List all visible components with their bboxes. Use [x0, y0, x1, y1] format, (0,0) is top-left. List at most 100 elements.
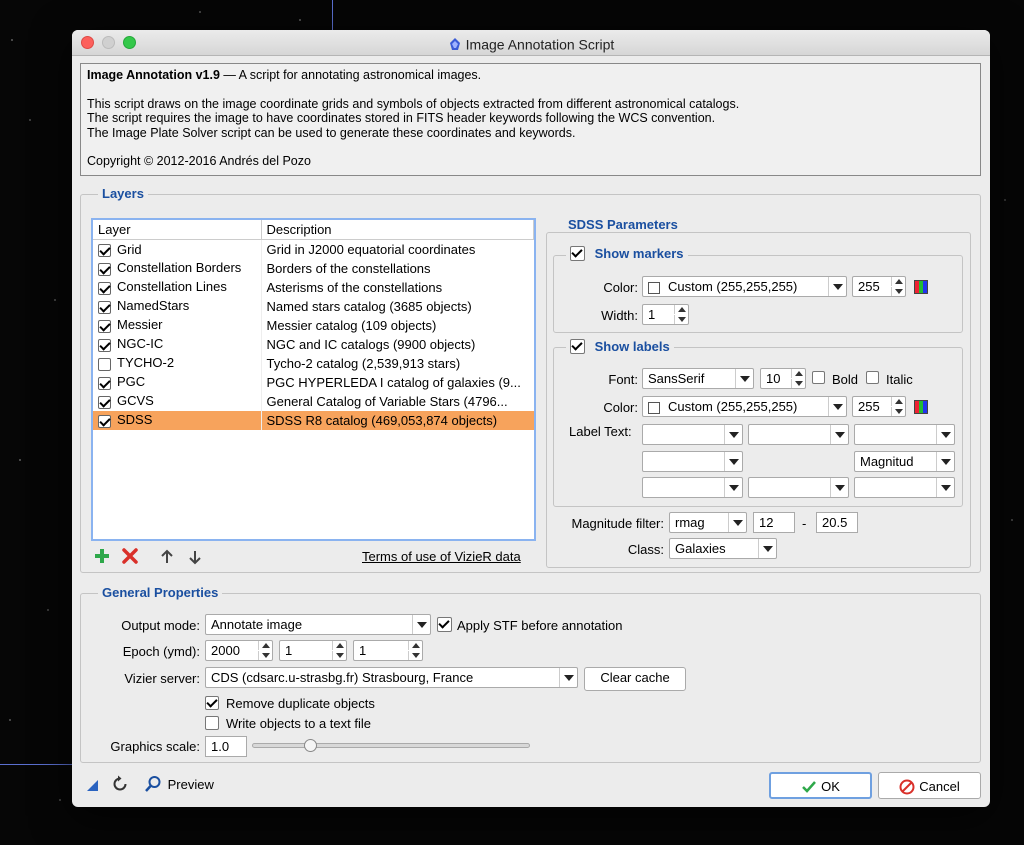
label-text-combo[interactable] — [642, 451, 743, 472]
layer-description[interactable]: General Catalog of Variable Stars (4796.… — [261, 392, 534, 411]
layers-table[interactable]: Layer Description Grid Grid in J2000 equa… — [91, 218, 536, 541]
class-combo[interactable]: Galaxies — [669, 538, 777, 559]
spin-down-icon[interactable] — [408, 651, 422, 660]
epoch-day-spinbox[interactable]: 1 — [353, 640, 423, 661]
remove-duplicates-checkbox[interactable] — [205, 696, 219, 710]
color-picker-icon[interactable] — [914, 400, 928, 414]
layer-name-cell[interactable]: Grid — [93, 239, 262, 259]
markers-width-spinbox[interactable]: 1 — [642, 304, 689, 325]
magnitude-min-input[interactable]: 12 — [753, 512, 795, 533]
italic-checkbox[interactable] — [866, 371, 879, 384]
spin-down-icon[interactable] — [258, 651, 272, 660]
layer-row[interactable]: Grid Grid in J2000 equatorial coordinates — [93, 239, 534, 259]
spin-up-icon[interactable] — [258, 641, 272, 650]
spin-up-icon[interactable] — [408, 641, 422, 650]
ok-button[interactable]: OK — [769, 772, 872, 799]
label-text-combo[interactable] — [854, 477, 955, 498]
label-text-combo[interactable] — [642, 424, 743, 445]
layer-name-cell[interactable]: TYCHO-2 — [93, 353, 262, 373]
clear-cache-button[interactable]: Clear cache — [584, 667, 686, 691]
labels-alpha-spinbox[interactable]: 255 — [852, 396, 906, 417]
layer-name-cell[interactable]: Constellation Borders — [93, 258, 262, 278]
layer-description[interactable]: Grid in J2000 equatorial coordinates — [261, 240, 534, 259]
layer-name-cell[interactable]: GCVS — [93, 391, 262, 411]
title-bar[interactable]: Image Annotation Script — [72, 30, 990, 56]
layer-row[interactable]: Constellation Borders Borders of the cons… — [93, 258, 534, 278]
layer-row[interactable]: SDSS SDSS R8 catalog (469,053,874 objects… — [93, 410, 534, 430]
layer-enable-checkbox[interactable] — [98, 243, 111, 257]
layer-name-cell[interactable]: NamedStars — [93, 296, 262, 316]
spin-up-icon[interactable] — [891, 277, 905, 286]
layer-description[interactable]: Asterisms of the constellations — [261, 278, 534, 297]
output-mode-combo[interactable]: Annotate image — [205, 614, 431, 635]
terms-of-use-link[interactable]: Terms of use of VizieR data — [362, 549, 521, 564]
apply-stf-checkbox[interactable] — [437, 617, 452, 632]
spin-down-icon[interactable] — [674, 315, 688, 324]
markers-alpha-spinbox[interactable]: 255 — [852, 276, 906, 297]
delete-layer-button[interactable] — [122, 548, 140, 566]
layer-enable-checkbox[interactable] — [98, 376, 111, 390]
show-markers-checkbox[interactable] — [570, 246, 585, 262]
layer-description[interactable]: Named stars catalog (3685 objects) — [261, 297, 534, 316]
preview-button[interactable]: Preview — [144, 775, 214, 793]
spin-down-icon[interactable] — [891, 287, 905, 296]
spin-down-icon[interactable] — [332, 651, 346, 660]
show-labels-checkbox[interactable] — [570, 339, 585, 355]
write-objects-checkbox[interactable] — [205, 716, 219, 730]
vizier-server-combo[interactable]: CDS (cdsarc.u-strasbg.fr) Strasbourg, Fr… — [205, 667, 578, 688]
layer-enable-checkbox[interactable] — [98, 300, 111, 314]
layer-enable-checkbox[interactable] — [98, 262, 111, 276]
layer-name-cell[interactable]: PGC — [93, 372, 262, 392]
markers-color-combo[interactable]: Custom (255,255,255) — [642, 276, 847, 297]
add-layer-button[interactable] — [94, 548, 112, 566]
layer-description[interactable]: NGC and IC catalogs (9900 objects) — [261, 335, 534, 354]
label-text-combo[interactable] — [748, 477, 849, 498]
labels-size-spinbox[interactable]: 10 — [760, 368, 806, 389]
layer-enable-checkbox[interactable] — [98, 281, 111, 295]
graphics-scale-input[interactable]: 1.0 — [205, 736, 247, 757]
label-text-combo[interactable] — [748, 424, 849, 445]
layer-enable-checkbox[interactable] — [98, 357, 111, 371]
color-picker-icon[interactable] — [914, 280, 928, 294]
layer-name-cell[interactable]: Messier — [93, 315, 262, 335]
reset-button[interactable] — [110, 774, 132, 796]
layer-description[interactable]: Tycho-2 catalog (2,539,913 stars) — [261, 354, 534, 373]
spin-up-icon[interactable] — [674, 305, 688, 314]
layers-column-header[interactable]: Description — [261, 220, 534, 240]
move-layer-up-button[interactable] — [160, 549, 176, 567]
layer-row[interactable]: TYCHO-2 Tycho-2 catalog (2,539,913 stars) — [93, 353, 534, 373]
spin-up-icon[interactable] — [332, 641, 346, 650]
layer-row[interactable]: NamedStars Named stars catalog (3685 obje… — [93, 296, 534, 316]
layer-enable-checkbox[interactable] — [98, 395, 111, 409]
spin-up-icon[interactable] — [891, 397, 905, 406]
label-text-combo[interactable] — [642, 477, 743, 498]
bold-checkbox[interactable] — [812, 371, 825, 384]
spin-down-icon[interactable] — [891, 407, 905, 416]
spin-up-icon[interactable] — [791, 369, 805, 378]
graphics-scale-slider-track[interactable] — [252, 743, 530, 748]
move-layer-down-button[interactable] — [188, 549, 204, 567]
layer-description[interactable]: Borders of the constellations — [261, 259, 534, 278]
labels-font-combo[interactable]: SansSerif — [642, 368, 754, 389]
layers-column-header[interactable]: Layer — [93, 220, 262, 240]
labels-color-combo[interactable]: Custom (255,255,255) — [642, 396, 847, 417]
graphics-scale-slider-handle[interactable] — [304, 739, 317, 752]
label-text-combo[interactable]: Magnitud — [854, 451, 955, 472]
layer-enable-checkbox[interactable] — [98, 414, 111, 428]
layer-row[interactable]: PGC PGC HYPERLEDA I catalog of galaxies (… — [93, 372, 534, 392]
layer-row[interactable]: NGC-IC NGC and IC catalogs (9900 objects) — [93, 334, 534, 354]
layer-row[interactable]: Messier Messier catalog (109 objects) — [93, 315, 534, 335]
epoch-month-spinbox[interactable]: 1 — [279, 640, 347, 661]
layer-description[interactable]: SDSS R8 catalog (469,053,874 objects) — [261, 410, 534, 430]
layer-name-cell[interactable]: Constellation Lines — [93, 277, 262, 297]
magnitude-band-combo[interactable]: rmag — [669, 512, 747, 533]
label-text-combo[interactable] — [854, 424, 955, 445]
spin-down-icon[interactable] — [791, 379, 805, 388]
cancel-button[interactable]: Cancel — [878, 772, 981, 799]
layer-row[interactable]: GCVS General Catalog of Variable Stars (4… — [93, 391, 534, 411]
layer-name-cell[interactable]: NGC-IC — [93, 334, 262, 354]
new-instance-button[interactable] — [84, 777, 102, 795]
epoch-year-spinbox[interactable]: 2000 — [205, 640, 273, 661]
magnitude-max-input[interactable]: 20.5 — [816, 512, 858, 533]
layer-description[interactable]: PGC HYPERLEDA I catalog of galaxies (9..… — [261, 373, 534, 392]
